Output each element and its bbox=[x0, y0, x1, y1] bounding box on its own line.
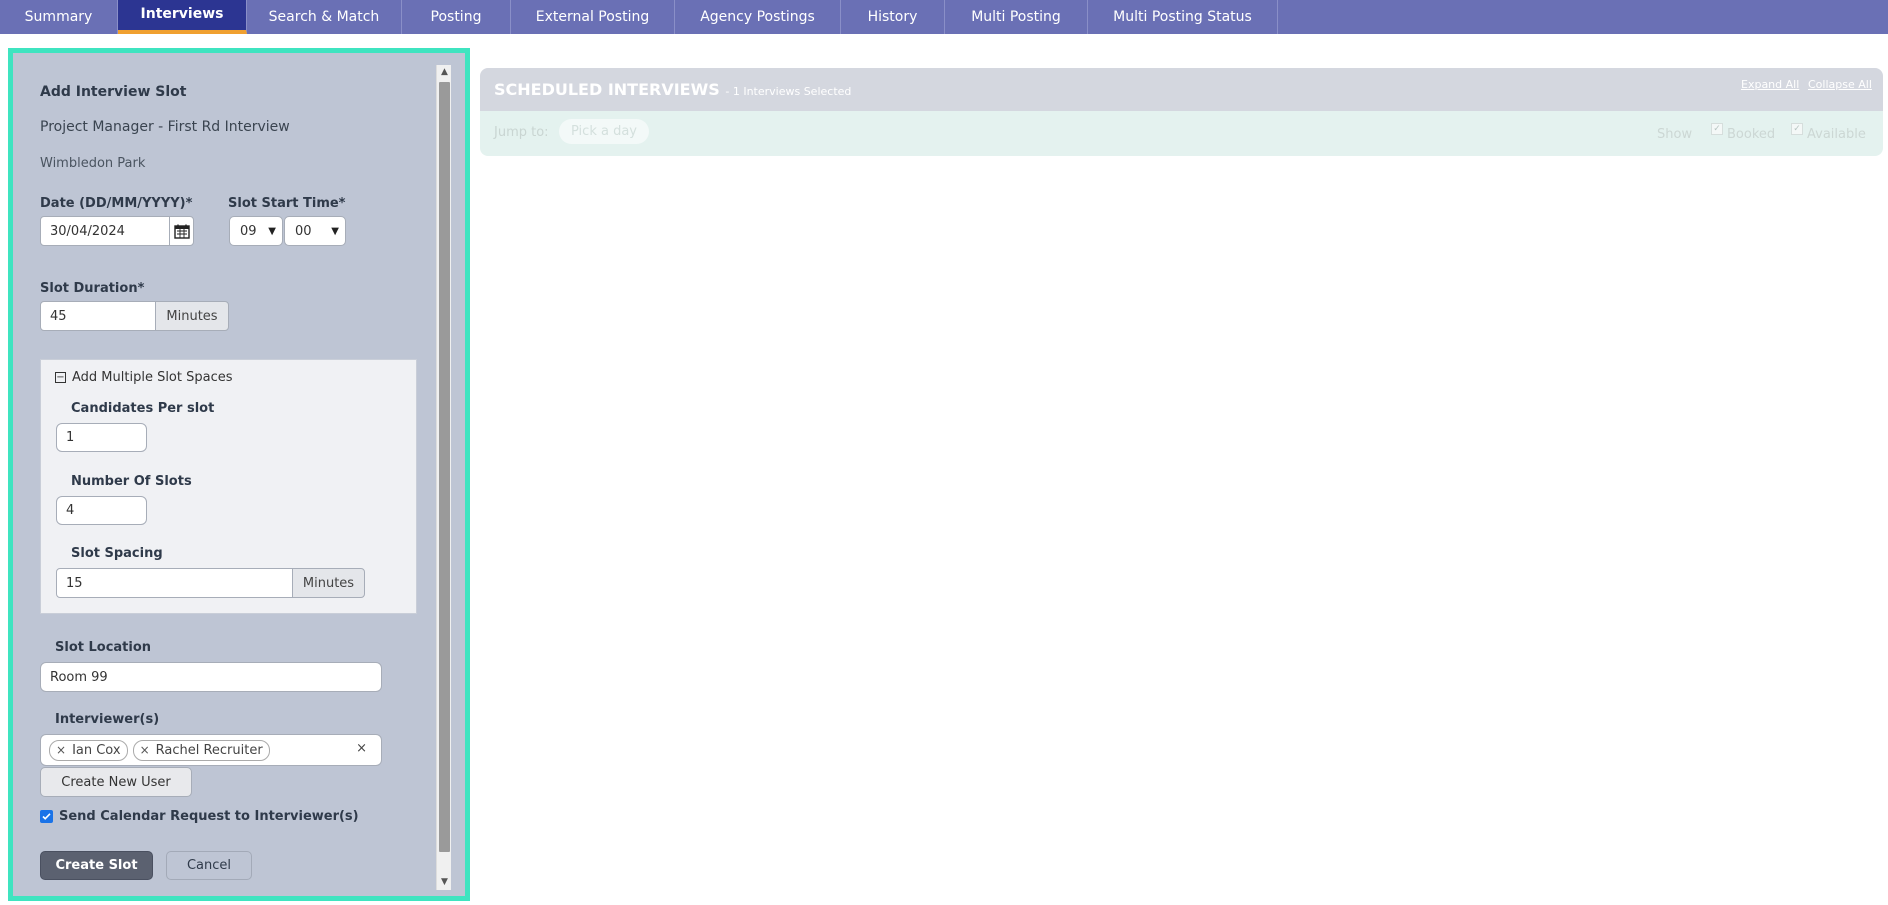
calendar-request-label: Send Calendar Request to Interviewer(s) bbox=[59, 809, 359, 824]
start-time-label: Slot Start Time* bbox=[228, 196, 346, 211]
scheduled-title-text: SCHEDULED INTERVIEWS bbox=[494, 80, 720, 99]
scroll-thumb[interactable] bbox=[439, 82, 450, 852]
expand-all-link[interactable]: Expand All bbox=[1741, 78, 1799, 91]
calendar-request-option[interactable]: Send Calendar Request to Interviewer(s) bbox=[40, 809, 359, 824]
candidates-label: Candidates Per slot bbox=[71, 401, 215, 416]
candidates-input[interactable]: 1 bbox=[56, 423, 147, 452]
hour-value: 09 bbox=[240, 223, 257, 239]
pick-a-day-button[interactable]: Pick a day bbox=[559, 119, 649, 144]
multiple-slot-spaces-box: − Add Multiple Slot Spaces Candidates Pe… bbox=[40, 359, 417, 614]
remove-tag-icon[interactable]: × bbox=[56, 743, 66, 757]
multiple-slot-toggle[interactable]: − Add Multiple Slot Spaces bbox=[55, 370, 233, 385]
create-slot-button[interactable]: Create Slot bbox=[40, 851, 153, 880]
interviewers-multiselect[interactable]: × Ian Cox × Rachel Recruiter × bbox=[40, 734, 382, 766]
number-of-slots-label: Number Of Slots bbox=[71, 474, 192, 489]
slot-spacing-unit-addon: Minutes bbox=[292, 568, 365, 598]
tab-agency-postings[interactable]: Agency Postings bbox=[675, 0, 841, 34]
scheduled-interviews-title: SCHEDULED INTERVIEWS - 1 Interviews Sele… bbox=[494, 80, 851, 99]
booked-label: Booked bbox=[1727, 127, 1776, 142]
panel-scrollbar[interactable]: ▲ ▼ bbox=[436, 65, 451, 890]
available-checkbox[interactable]: ✓ bbox=[1791, 123, 1803, 135]
tab-multi-posting-status[interactable]: Multi Posting Status bbox=[1088, 0, 1278, 34]
interviewer-name: Rachel Recruiter bbox=[155, 742, 263, 758]
project-name: Project Manager - First Rd Interview bbox=[40, 119, 290, 135]
date-input[interactable]: 30/04/2024 bbox=[40, 216, 170, 246]
calendar-icon[interactable] bbox=[169, 216, 194, 246]
booked-checkbox[interactable]: ✓ bbox=[1711, 123, 1723, 135]
tab-interviews[interactable]: Interviews bbox=[118, 0, 247, 34]
interviewer-tag[interactable]: × Ian Cox bbox=[49, 739, 128, 761]
checkbox-checked-icon[interactable] bbox=[40, 810, 53, 823]
available-label: Available bbox=[1807, 127, 1866, 142]
minute-value: 00 bbox=[295, 223, 312, 239]
chevron-down-icon: ▼ bbox=[331, 225, 339, 237]
minute-select[interactable]: 00 ▼ bbox=[284, 216, 346, 246]
cancel-button[interactable]: Cancel bbox=[166, 851, 252, 880]
jump-to-label: Jump to: bbox=[494, 125, 549, 140]
create-new-user-button[interactable]: Create New User bbox=[40, 767, 192, 797]
tab-summary[interactable]: Summary bbox=[0, 0, 118, 34]
tab-multi-posting[interactable]: Multi Posting bbox=[945, 0, 1088, 34]
scheduled-interviews-panel: SCHEDULED INTERVIEWS - 1 Interviews Sele… bbox=[480, 68, 1883, 156]
add-interview-slot-panel: Add Interview Slot Project Manager - Fir… bbox=[8, 48, 470, 901]
interviewers-label: Interviewer(s) bbox=[55, 712, 160, 727]
duration-input[interactable]: 45 bbox=[40, 301, 156, 331]
collapse-all-link[interactable]: Collapse All bbox=[1808, 78, 1872, 91]
remove-tag-icon[interactable]: × bbox=[140, 743, 150, 757]
scheduled-interviews-header: SCHEDULED INTERVIEWS - 1 Interviews Sele… bbox=[480, 68, 1883, 111]
slot-spacing-label: Slot Spacing bbox=[71, 546, 163, 561]
interviewer-tag[interactable]: × Rachel Recruiter bbox=[132, 739, 270, 761]
tab-posting[interactable]: Posting bbox=[402, 0, 511, 34]
scheduled-interviews-toolbar: Jump to: Pick a day Show ✓ Booked ✓ Avai… bbox=[480, 111, 1883, 156]
tab-external-posting[interactable]: External Posting bbox=[511, 0, 675, 34]
slot-spacing-input[interactable]: 15 bbox=[56, 568, 293, 598]
slot-location-label: Slot Location bbox=[55, 640, 152, 655]
duration-label: Slot Duration* bbox=[40, 281, 145, 296]
top-tab-bar: Summary Interviews Search & Match Postin… bbox=[0, 0, 1888, 34]
panel-title: Add Interview Slot bbox=[40, 84, 187, 100]
multiple-slot-toggle-label: Add Multiple Slot Spaces bbox=[72, 370, 233, 385]
tab-history[interactable]: History bbox=[841, 0, 945, 34]
slot-location-input[interactable]: Room 99 bbox=[40, 662, 382, 692]
interviewer-name: Ian Cox bbox=[72, 742, 121, 758]
collapse-icon: − bbox=[55, 372, 66, 383]
duration-unit-addon: Minutes bbox=[155, 301, 229, 331]
scroll-down-icon[interactable]: ▼ bbox=[437, 875, 452, 890]
chevron-down-icon: ▼ bbox=[268, 225, 276, 237]
tab-search-match[interactable]: Search & Match bbox=[247, 0, 402, 34]
scroll-up-icon[interactable]: ▲ bbox=[437, 65, 452, 80]
date-label: Date (DD/MM/YYYY)* bbox=[40, 196, 193, 211]
clear-all-icon[interactable]: × bbox=[356, 741, 367, 756]
hour-select[interactable]: 09 ▼ bbox=[229, 216, 283, 246]
interviews-selected-count: - 1 Interviews Selected bbox=[725, 85, 852, 98]
number-of-slots-input[interactable]: 4 bbox=[56, 496, 147, 525]
show-label: Show bbox=[1657, 127, 1693, 142]
location-name: Wimbledon Park bbox=[40, 156, 146, 171]
